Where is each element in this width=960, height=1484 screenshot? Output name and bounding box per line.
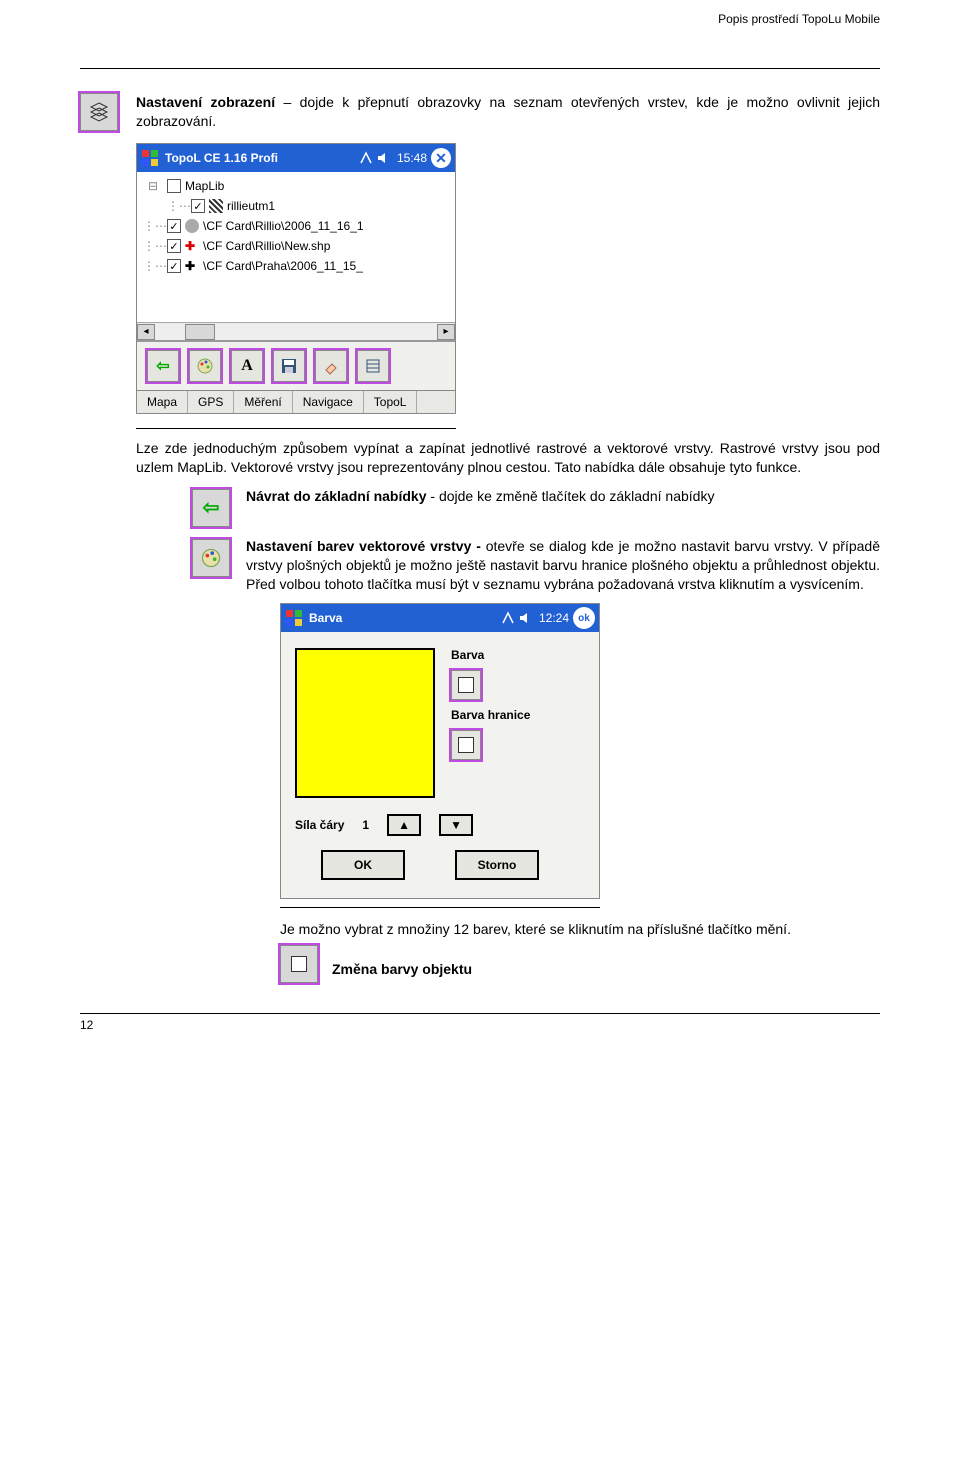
tree-item[interactable]: ⋮⋯ ✓ ✚ \CF Card\Rillio\New.shp: [143, 236, 455, 256]
ok-confirm-button[interactable]: ok: [573, 607, 595, 629]
tab-mapa[interactable]: Mapa: [137, 391, 188, 413]
text-button[interactable]: A: [231, 350, 263, 382]
intro-bold: Nastavení zobrazení: [136, 94, 275, 110]
figure-rule: [136, 428, 456, 429]
checkbox[interactable]: ✓: [167, 239, 181, 253]
connectivity-icon[interactable]: [359, 151, 373, 165]
bullet1-rest: - dojde ke změně tlačítek do základní na…: [427, 488, 715, 504]
palette-button[interactable]: [189, 350, 221, 382]
paragraph-2: Lze zde jednoduchým způsobem vypínat a z…: [136, 439, 880, 477]
color-grid-icon-box: [280, 945, 318, 983]
label-line-thickness: Síla čáry: [295, 818, 344, 832]
label-border-color: Barva hranice: [451, 708, 530, 722]
tab-topol[interactable]: TopoL: [364, 391, 418, 413]
bullet-return: Návrat do základní nabídky - dojde ke zm…: [246, 487, 880, 506]
ok-button[interactable]: OK: [321, 850, 405, 880]
cancel-button[interactable]: Storno: [455, 850, 539, 880]
checkbox[interactable]: ✓: [167, 259, 181, 273]
dialog-clock: 12:24: [539, 611, 569, 625]
screenshot-layer-list: TopoL CE 1.16 Profi 15:48 ✕ ⊟ MapLib ⋮⋯ …: [136, 143, 456, 414]
volume-icon[interactable]: [518, 611, 532, 625]
tree-root-label: MapLib: [185, 179, 224, 193]
app-title: TopoL CE 1.16 Profi: [165, 151, 278, 165]
layer-tree[interactable]: ⊟ MapLib ⋮⋯ ✓ rillieutm1 ⋮⋯ ✓ \CF Card\R…: [137, 172, 455, 322]
checkbox[interactable]: ✓: [167, 219, 181, 233]
connectivity-icon[interactable]: [501, 611, 515, 625]
tree-item[interactable]: ⋮⋯ ✓ rillieutm1: [143, 196, 455, 216]
clock: 15:48: [397, 151, 427, 165]
back-arrow-icon: ⇦: [192, 489, 230, 527]
tree-item-label: \CF Card\Praha\2006_11_15_: [203, 259, 363, 273]
windows-flag-icon: [285, 609, 303, 627]
layer-swatch-icon: [209, 199, 223, 213]
toolbar: ⇦ A: [137, 340, 455, 390]
footer-rule: [80, 1013, 880, 1014]
properties-button[interactable]: [357, 350, 389, 382]
bottom-tabs: Mapa GPS Měření Navigace TopoL: [137, 390, 455, 413]
back-button[interactable]: ⇦: [147, 350, 179, 382]
layers-icon: [80, 93, 118, 131]
bullet1-bold: Návrat do základní nabídky: [246, 488, 427, 504]
volume-icon[interactable]: [376, 151, 390, 165]
checkbox[interactable]: ✓: [191, 199, 205, 213]
scroll-right-button[interactable]: ▸: [437, 324, 455, 340]
final-paragraph: Je možno vybrat z množiny 12 barev, kter…: [280, 920, 880, 939]
pick-border-color-button[interactable]: [451, 730, 481, 760]
tree-item-label: \CF Card\Rillio\2006_11_16_1: [203, 219, 364, 233]
layer-swatch-icon: ✚: [185, 239, 199, 253]
color-grid-icon: [458, 737, 474, 753]
tree-item-label: \CF Card\Rillio\New.shp: [203, 239, 330, 253]
page-number: 12: [80, 1018, 880, 1032]
color-grid-icon: [291, 956, 307, 972]
layer-swatch-icon: [185, 219, 199, 233]
thickness-down-button[interactable]: ▼: [439, 814, 473, 836]
final-caption: Změna barvy objektu: [332, 961, 472, 983]
horizontal-scrollbar[interactable]: ◂ ▸: [137, 322, 455, 340]
tab-gps[interactable]: GPS: [188, 391, 234, 413]
bullet-colors: Nastavení barev vektorové vrstvy - otevř…: [246, 537, 880, 594]
tree-root[interactable]: ⊟ MapLib: [143, 176, 455, 196]
dialog-title: Barva: [309, 611, 342, 625]
tab-navigace[interactable]: Navigace: [293, 391, 364, 413]
intro-paragraph: Nastavení zobrazení – dojde k přepnutí o…: [136, 93, 880, 131]
windows-flag-icon: [141, 149, 159, 167]
tree-item[interactable]: ⋮⋯ ✓ \CF Card\Rillio\2006_11_16_1: [143, 216, 455, 236]
close-button[interactable]: ✕: [431, 148, 451, 168]
color-grid-icon: [458, 677, 474, 693]
thickness-value: 1: [362, 818, 369, 832]
eraser-button[interactable]: [315, 350, 347, 382]
save-button[interactable]: [273, 350, 305, 382]
screenshot-color-dialog: Barva 12:24 ok Barva Barva hranice Síla …: [280, 603, 600, 899]
thickness-up-button[interactable]: ▲: [387, 814, 421, 836]
dialog-titlebar: Barva 12:24 ok: [281, 604, 599, 632]
scroll-thumb[interactable]: [185, 324, 215, 340]
layer-swatch-icon: ✚: [185, 259, 199, 273]
header-rule: [80, 68, 880, 69]
pick-fill-color-button[interactable]: [451, 670, 481, 700]
label-color: Barva: [451, 648, 530, 662]
tab-mereni[interactable]: Měření: [234, 391, 292, 413]
palette-icon: [192, 539, 230, 577]
header-section-title: Popis prostředí TopoLu Mobile: [718, 12, 880, 26]
color-preview: [295, 648, 435, 798]
bullet2-bold: Nastavení barev vektorové vrstvy -: [246, 538, 481, 554]
titlebar: TopoL CE 1.16 Profi 15:48 ✕: [137, 144, 455, 172]
figure-rule: [280, 907, 600, 908]
checkbox[interactable]: [167, 179, 181, 193]
tree-item[interactable]: ⋮⋯ ✓ ✚ \CF Card\Praha\2006_11_15_: [143, 256, 455, 276]
scroll-left-button[interactable]: ◂: [137, 324, 155, 340]
tree-item-label: rillieutm1: [227, 199, 275, 213]
